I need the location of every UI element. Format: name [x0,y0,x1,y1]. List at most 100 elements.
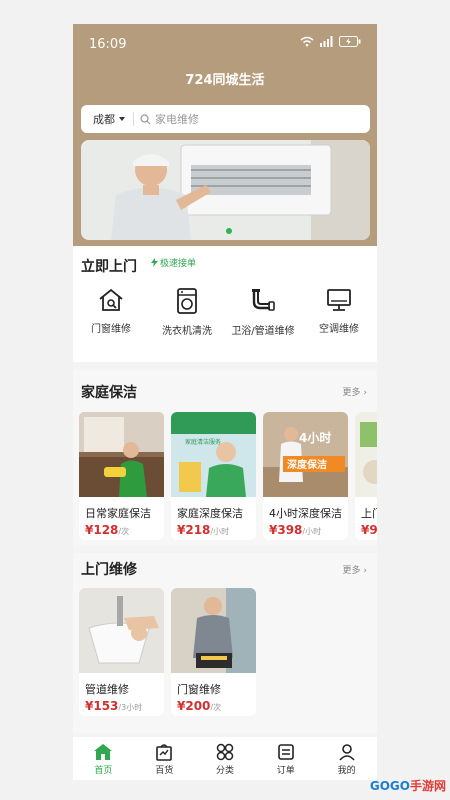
home-icon [94,744,113,760]
signal-icon [320,36,333,47]
product-price: ¥128/次 [79,521,164,539]
product-price: ¥218/小时 [171,521,256,539]
watermark: GOGO手游网 [370,777,446,794]
user-icon [338,744,355,761]
price-unit: /小时 [302,527,322,536]
more-label: 更多 [342,566,361,576]
carousel-dot-active[interactable] [225,228,232,234]
status-bar: 16:09 [73,24,377,64]
service-item[interactable]: 门窗维修 [73,288,149,337]
pipe-icon [252,289,275,311]
product-price: ¥200/次 [171,697,256,715]
price-value: ¥128 [85,523,119,537]
battery-icon [339,36,361,47]
chevron-right-icon: › [363,388,367,398]
section-title: 家庭保洁 [81,385,137,401]
price-unit: /次 [210,703,222,712]
service-item[interactable]: 卫浴/管道维修 [225,288,301,339]
product-name: 管道维修 [85,683,129,696]
product-name: 上门 [361,507,377,520]
city-label: 成都 [93,113,115,126]
product-price: ¥98 [361,523,377,537]
tab-orders[interactable]: 订单 [255,737,316,780]
more-label: 更多 [342,388,361,398]
price-unit: /小时 [210,527,230,536]
product-tile[interactable]: 日常家庭保洁 ¥128/次 [79,412,164,540]
search-icon [140,113,151,124]
price-value: ¥153 [85,699,119,713]
image-text: 4小时 [299,430,331,445]
order-icon [277,744,294,760]
tab-label: 我的 [337,766,356,776]
chevron-right-icon: › [363,566,367,576]
caret-down-icon [119,117,125,121]
section-title: 立即上门 [81,259,137,275]
price-value: ¥218 [177,523,211,537]
product-name: 家庭深度保洁 [177,507,243,520]
product-image [355,412,377,497]
lightning-icon [151,258,158,267]
service-label: 门窗维修 [91,324,131,335]
tab-label: 百货 [155,766,174,776]
bag-icon [156,744,172,761]
product-image: 4小时 深度保洁 [263,412,348,497]
app-title: 724同城生活 [185,73,265,88]
product-tile[interactable]: 管道维修 ¥153/3小时 [79,588,164,716]
price-value: ¥200 [177,699,211,713]
cleaning-card: 家庭保洁 更多 › 日常家庭保洁 ¥128/次 家庭清洁服务 家庭深度保洁 ¥2… [73,370,377,545]
product-price: ¥398/小时 [263,521,348,539]
washing-machine-icon [177,288,197,314]
search-input[interactable]: 家电维修 [134,111,199,127]
service-label: 卫浴/管道维修 [231,326,295,337]
product-image [79,588,164,673]
tab-profile[interactable]: 我的 [316,737,377,780]
app-screen: 16:09 724同城生活 成都 家电维修 立即上门 极速接单 门窗维修 洗衣机… [73,24,377,780]
quick-service-card: 立即上门 极速接单 门窗维修 洗衣机清洗 卫浴/管道维修 空调维修 [73,246,377,362]
watermark-suffix: 手游网 [409,779,446,793]
status-icons [300,36,361,47]
product-image: 家庭清洁服务 [171,412,256,497]
price-value: ¥398 [269,523,303,537]
search-bar[interactable]: 成都 家电维修 [81,105,370,133]
price-unit: /次 [118,527,130,536]
tab-shop[interactable]: 百货 [134,737,195,780]
status-time: 16:09 [89,37,127,52]
fast-badge: 极速接单 [151,256,196,269]
product-name: 日常家庭保洁 [85,507,151,520]
tab-label: 订单 [276,766,295,776]
promo-banner[interactable] [81,140,370,240]
service-item[interactable]: 洗衣机清洗 [149,288,225,339]
badge-label: 极速接单 [160,259,197,269]
watermark-prefix: GOGO [369,779,410,793]
section-title: 上门维修 [81,562,137,578]
more-link[interactable]: 更多 › [343,563,368,576]
tab-home[interactable]: 首页 [73,737,134,780]
search-placeholder: 家电维修 [155,113,199,126]
product-name: 4小时深度保洁 [269,507,342,520]
price-unit: /3小时 [118,703,143,712]
product-price: ¥153/3小时 [79,697,164,715]
wifi-icon [300,36,314,47]
house-wrench-icon [99,288,123,311]
bottom-tab-bar: 首页 百货 分类 订单 我的 [73,737,377,780]
banner-image [81,140,370,240]
service-label: 空调维修 [319,324,359,335]
product-tile[interactable]: 上门 ¥98 [355,412,377,540]
repair-card: 上门维修 更多 › 管道维修 ¥153/3小时 门窗维修 ¥200/次 [73,553,377,733]
product-image [171,588,256,673]
grid-icon [216,743,234,761]
city-selector[interactable]: 成都 [81,111,133,127]
product-tile[interactable]: 4小时 深度保洁 4小时深度保洁 ¥398/小时 [263,412,348,540]
tab-label: 分类 [215,766,234,776]
product-tile[interactable]: 家庭清洁服务 家庭深度保洁 ¥218/小时 [171,412,256,540]
product-image [79,412,164,497]
monitor-icon [327,289,351,311]
tab-label: 首页 [94,766,113,776]
product-tile[interactable]: 门窗维修 ¥200/次 [171,588,256,716]
service-label: 洗衣机清洗 [162,326,212,337]
service-item[interactable]: 空调维修 [301,288,377,337]
tab-category[interactable]: 分类 [195,737,256,780]
more-link[interactable]: 更多 › [343,385,368,398]
product-name: 门窗维修 [177,683,221,696]
image-text: 家庭清洁服务 [185,438,221,446]
